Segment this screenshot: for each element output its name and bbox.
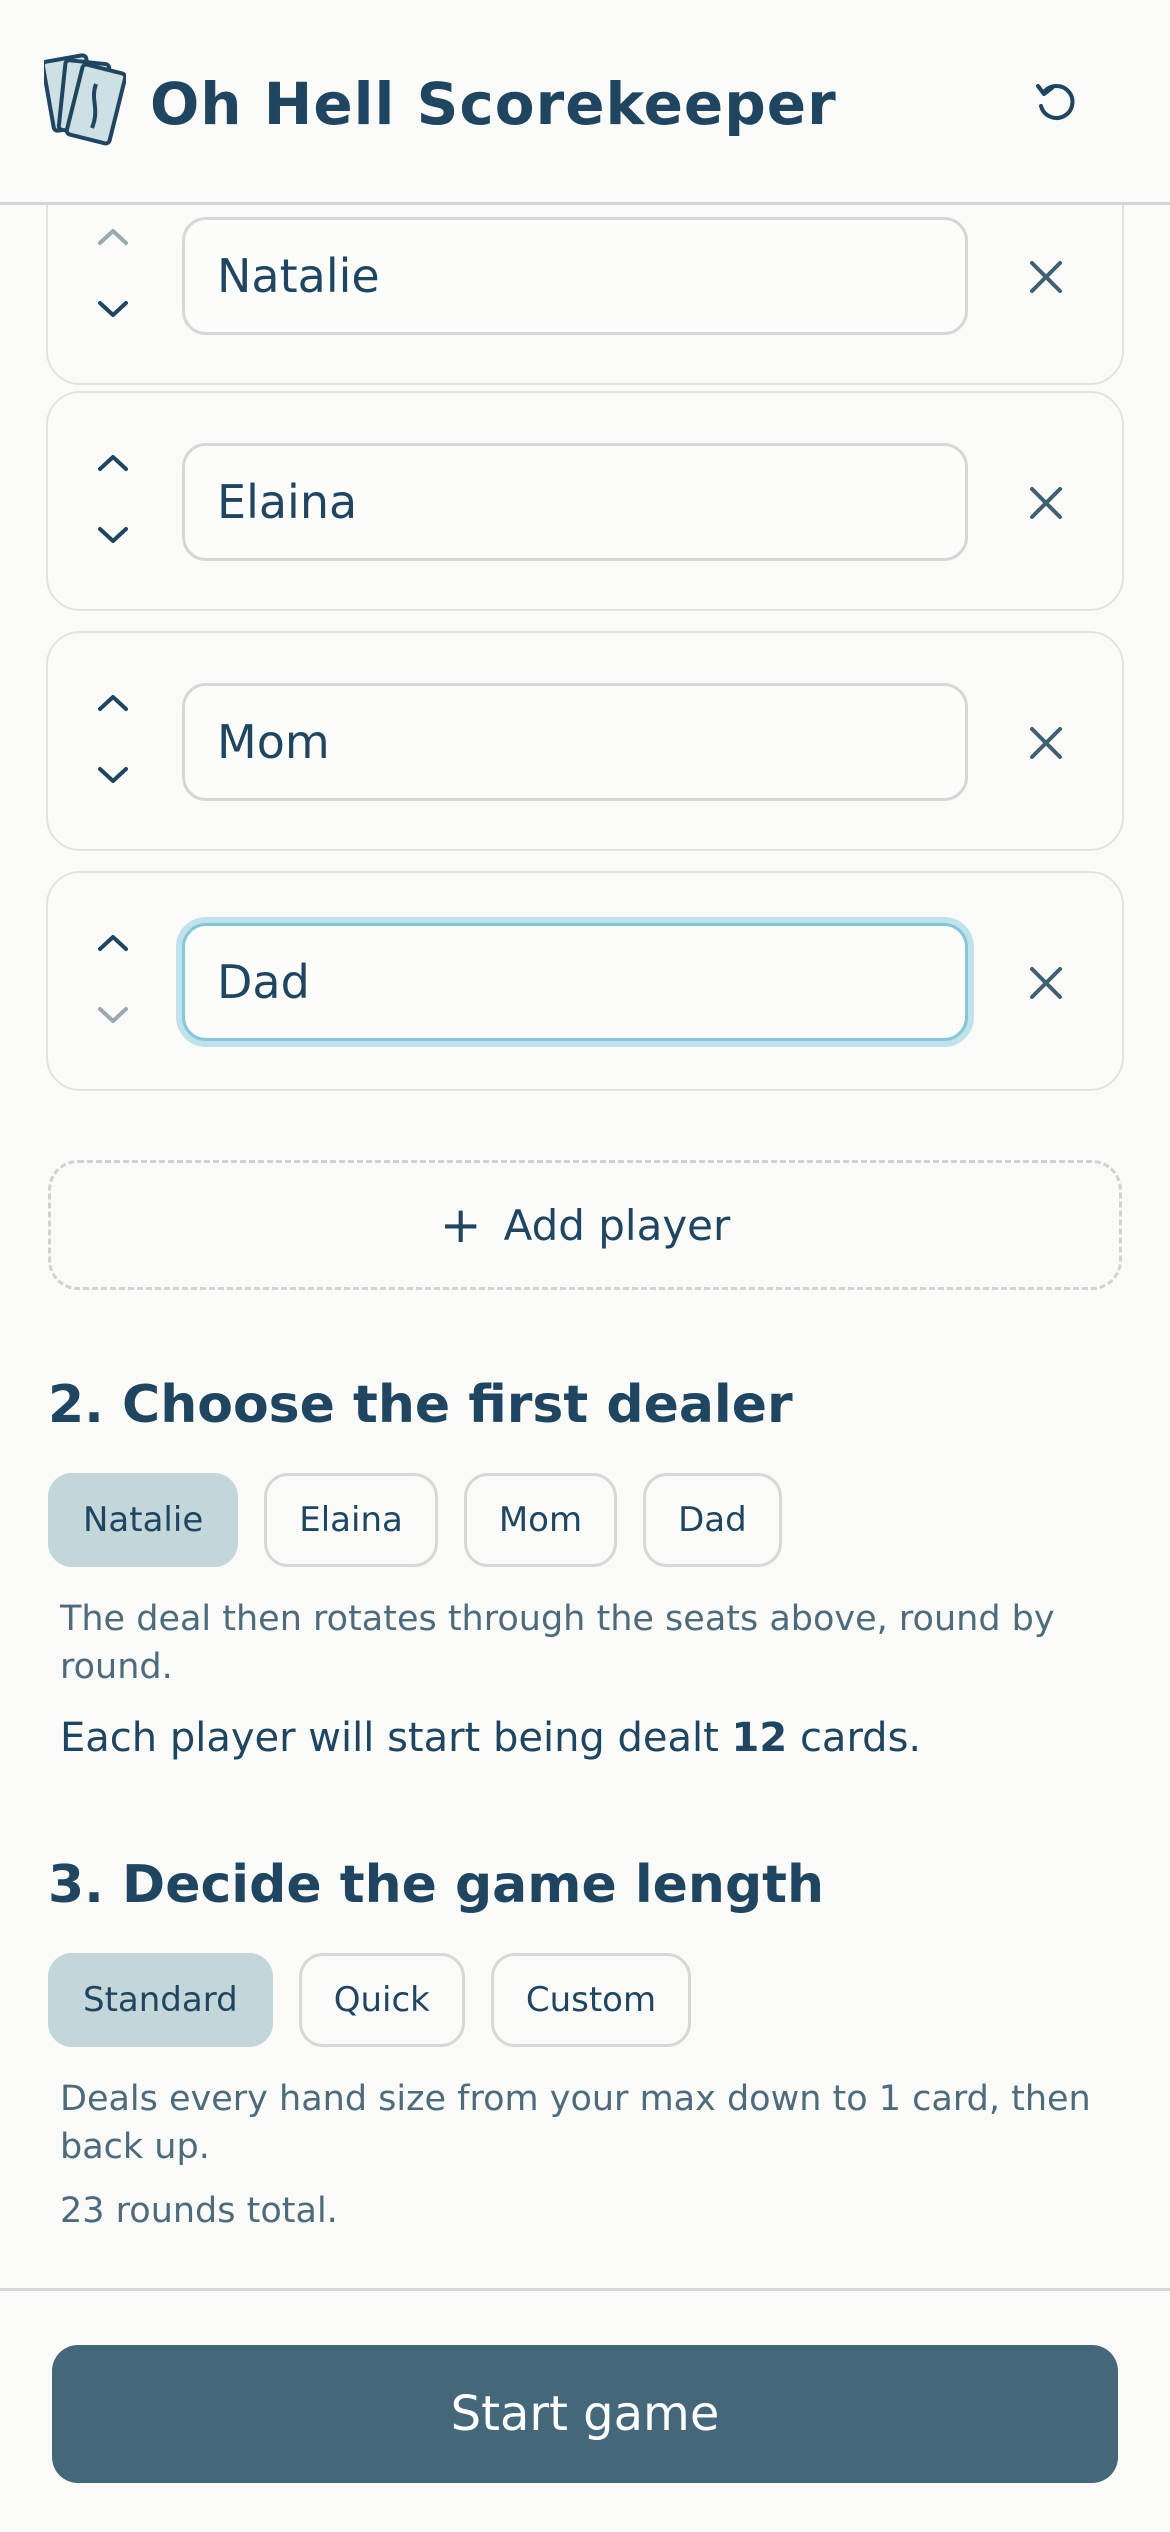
refresh-icon[interactable]	[1020, 66, 1092, 138]
player-name-input[interactable]	[182, 923, 968, 1041]
player-row	[46, 871, 1124, 1091]
add-player-label: Add player	[503, 1200, 731, 1250]
move-down-icon[interactable]	[88, 515, 138, 555]
deal-note-prefix: Each player will start being dealt	[60, 1715, 719, 1761]
move-up-icon[interactable]	[88, 923, 138, 963]
dealer-option-mom[interactable]: Mom	[463, 1473, 618, 1567]
move-down-icon[interactable]	[88, 289, 138, 329]
deal-note-suffix: cards.	[799, 1715, 922, 1761]
reorder-controls	[88, 217, 138, 337]
reorder-controls	[88, 683, 138, 803]
player-row	[46, 391, 1124, 611]
length-option-quick[interactable]: Quick	[298, 1953, 465, 2047]
reorder-controls	[88, 923, 138, 1043]
dealer-option-elaina[interactable]: Elaina	[264, 1473, 438, 1567]
footer-bar: Start game	[0, 2288, 1170, 2532]
length-section-title: 3. Decide the game length	[48, 1855, 825, 1915]
deal-count-note: Each player will start being dealt 12 ca…	[60, 1715, 921, 1761]
dealer-options: Natalie Elaina Mom Dad	[48, 1473, 782, 1567]
move-up-icon[interactable]	[88, 443, 138, 483]
player-name-input[interactable]	[182, 683, 968, 801]
app-header: Oh Hell Scorekeeper	[0, 0, 1170, 205]
app-title: Oh Hell Scorekeeper	[150, 70, 837, 138]
setup-content: + Add player 2. Choose the first dealer …	[0, 205, 1170, 2290]
dealer-option-natalie[interactable]: Natalie	[48, 1473, 239, 1567]
reorder-controls	[88, 443, 138, 563]
length-help-text: Deals every hand size from your max down…	[60, 2079, 1091, 2167]
length-option-custom[interactable]: Custom	[490, 1953, 692, 2047]
rounds-total: 23 rounds total.	[60, 2191, 338, 2231]
remove-player-icon[interactable]	[1016, 247, 1076, 307]
dealer-section-title: 2. Choose the first dealer	[48, 1375, 793, 1435]
move-up-icon[interactable]	[88, 683, 138, 723]
player-row	[46, 631, 1124, 851]
playing-cards-icon	[44, 53, 126, 146]
deal-count: 12	[731, 1715, 788, 1761]
dealer-option-dad[interactable]: Dad	[643, 1473, 782, 1567]
move-down-icon[interactable]	[88, 755, 138, 795]
player-name-input[interactable]	[182, 443, 968, 561]
player-row	[46, 205, 1124, 385]
remove-player-icon[interactable]	[1016, 953, 1076, 1013]
dealer-help-text: The deal then rotates through the seats …	[60, 1599, 1055, 1687]
plus-icon: +	[439, 1196, 482, 1254]
move-down-icon[interactable]	[88, 995, 138, 1035]
length-options: Standard Quick Custom	[48, 1953, 692, 2047]
player-name-input[interactable]	[182, 217, 968, 335]
remove-player-icon[interactable]	[1016, 473, 1076, 533]
start-game-button[interactable]: Start game	[52, 2345, 1118, 2483]
length-option-standard[interactable]: Standard	[48, 1953, 273, 2047]
add-player-button[interactable]: + Add player	[48, 1160, 1122, 1290]
remove-player-icon[interactable]	[1016, 713, 1076, 773]
move-up-icon[interactable]	[88, 217, 138, 257]
